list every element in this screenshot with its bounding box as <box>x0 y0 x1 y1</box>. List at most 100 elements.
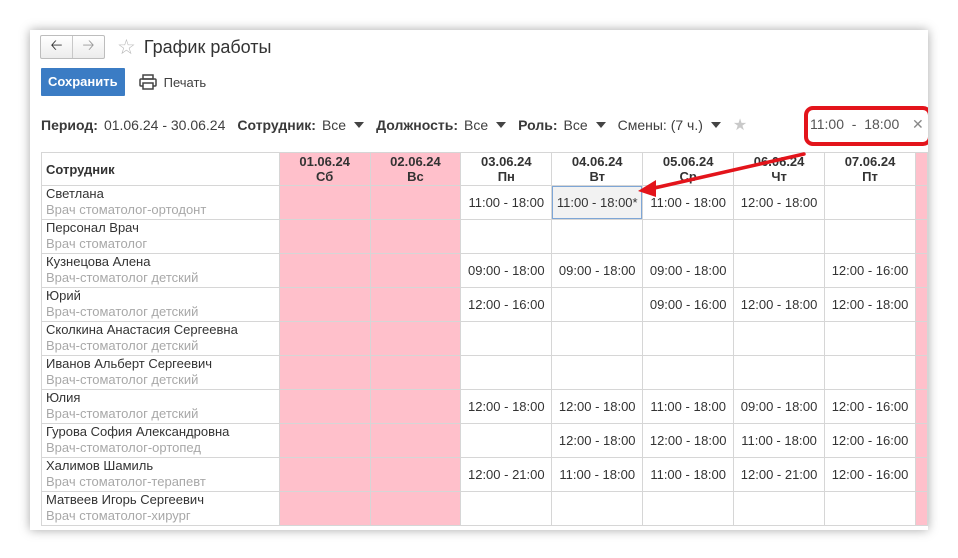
shift-cell[interactable] <box>551 219 644 254</box>
day-column-header[interactable]: 02.06.24 Вс <box>369 152 462 186</box>
favorite-star-icon[interactable]: ☆ <box>117 35 136 60</box>
shift-cell[interactable]: 09:00 - 16:00 <box>642 287 735 322</box>
shift-cell[interactable] <box>460 321 553 356</box>
shift-cell[interactable] <box>824 491 916 526</box>
shift-cell[interactable]: 12:00 - 18:00 <box>551 389 644 424</box>
day-column-header[interactable]: 06.06.24 Чт <box>733 152 826 186</box>
day-column-header[interactable]: 05.06.24 Ср <box>642 152 735 186</box>
employee-cell[interactable]: Матвеев Игорь Сергеевич Врач стоматолог-х… <box>41 491 280 526</box>
print-button[interactable]: Печать <box>138 74 206 90</box>
shift-cell[interactable] <box>278 253 371 288</box>
shift-cell[interactable]: 11:00 - 18:00 <box>733 423 826 458</box>
employee-column-header[interactable]: Сотрудник <box>41 152 280 186</box>
shift-cell[interactable]: 11:00 - 18:00 <box>460 185 553 220</box>
shift-cell[interactable] <box>733 355 826 390</box>
shift-cell[interactable]: 12:00 - 16:00 <box>824 457 916 492</box>
shift-cell[interactable] <box>642 219 735 254</box>
employee-cell[interactable]: Сколкина Анастасия Сергеевна Врач-стомато… <box>41 321 280 356</box>
table-row[interactable]: Персонал Врач Врач стоматолог <box>41 219 928 254</box>
shift-cell[interactable]: 12:00 - 16:00 <box>824 423 916 458</box>
table-row[interactable]: Гурова София Александровна Врач-стоматоло… <box>41 423 928 458</box>
table-row[interactable]: Иванов Альберт Сергеевич Врач-стоматолог … <box>41 355 928 390</box>
shift-cell[interactable]: 12:00 - 18:00 <box>733 185 826 220</box>
shift-cell[interactable]: 12:00 - 21:00 <box>733 457 826 492</box>
shift-cell[interactable] <box>369 287 462 322</box>
shift-star-icon[interactable]: ★ <box>733 115 747 135</box>
shift-cell[interactable] <box>278 321 371 356</box>
shift-cell[interactable] <box>369 185 462 220</box>
shift-cell[interactable] <box>733 321 826 356</box>
shift-cell[interactable]: 12:00 - 18:00 <box>642 423 735 458</box>
employee-cell[interactable]: Светлана Врач стоматолог-ортодонт <box>41 185 280 220</box>
employee-cell[interactable]: Халимов Шамиль Врач стоматолог-терапевт <box>41 457 280 492</box>
shift-cell[interactable]: 12:00 - 18:00 <box>460 389 553 424</box>
shift-cell[interactable]: 09:00 - 18:00 <box>460 253 553 288</box>
employee-cell[interactable]: Юлия Врач-стоматолог детский <box>41 389 280 424</box>
table-row[interactable]: Кузнецова Алена Врач-стоматолог детский 09… <box>41 253 928 288</box>
shift-cell[interactable] <box>551 321 644 356</box>
employee-value[interactable]: Все <box>322 117 346 133</box>
shift-cell[interactable] <box>733 491 826 526</box>
shift-cell[interactable] <box>369 321 462 356</box>
table-row[interactable]: Халимов Шамиль Врач стоматолог-терапевт 12… <box>41 457 928 492</box>
position-dropdown-icon[interactable] <box>496 122 507 128</box>
shift-cell[interactable] <box>278 423 371 458</box>
shift-cell[interactable] <box>642 355 735 390</box>
shift-cell[interactable] <box>460 355 553 390</box>
shift-cell[interactable]: 12:00 - 16:00 <box>824 389 916 424</box>
employee-cell[interactable]: Гурова София Александровна Врач-стоматоло… <box>41 423 280 458</box>
employee-cell[interactable]: Кузнецова Алена Врач-стоматолог детский <box>41 253 280 288</box>
shift-cell[interactable] <box>824 185 916 220</box>
day-column-header[interactable]: 01.06.24 Сб <box>278 152 371 186</box>
shift-cell[interactable] <box>369 253 462 288</box>
shift-cell[interactable]: 12:00 - 21:00 <box>460 457 553 492</box>
shift-cell[interactable] <box>551 491 644 526</box>
shift-cell[interactable] <box>551 355 644 390</box>
employee-cell[interactable]: Персонал Врач Врач стоматолог <box>41 219 280 254</box>
shift-cell[interactable] <box>278 355 371 390</box>
shift-cell[interactable]: 12:00 - 16:00 <box>824 253 916 288</box>
shift-cell[interactable]: 09:00 - 18:00 <box>733 389 826 424</box>
shift-cell[interactable] <box>369 355 462 390</box>
shift-cell[interactable]: 11:00 - 18:00 <box>642 457 735 492</box>
back-button[interactable]: 🡠 <box>41 36 72 58</box>
shift-cell[interactable]: 12:00 - 18:00 <box>824 287 916 322</box>
shift-cell[interactable]: 11:00 - 18:00* <box>551 185 644 220</box>
shift-cell[interactable] <box>733 253 826 288</box>
position-value[interactable]: Все <box>464 117 488 133</box>
shift-cell[interactable] <box>369 219 462 254</box>
shift-cell[interactable] <box>369 491 462 526</box>
table-row[interactable]: Матвеев Игорь Сергеевич Врач стоматолог-х… <box>41 491 928 526</box>
shift-cell[interactable] <box>642 321 735 356</box>
forward-button[interactable]: 🡢 <box>72 36 104 58</box>
shift-cell[interactable] <box>460 491 553 526</box>
shift-cell[interactable] <box>369 389 462 424</box>
shift-cell[interactable] <box>278 457 371 492</box>
shifts-dropdown-icon[interactable] <box>710 122 721 128</box>
shift-cell[interactable]: 12:00 - 18:00 <box>551 423 644 458</box>
shift-cell[interactable]: 12:00 - 16:00 <box>460 287 553 322</box>
shift-cell[interactable]: 09:00 - 18:00 <box>551 253 644 288</box>
shift-cell[interactable] <box>460 423 553 458</box>
shift-cell[interactable] <box>824 219 916 254</box>
role-dropdown-icon[interactable] <box>595 122 606 128</box>
shift-cell[interactable] <box>278 491 371 526</box>
shift-cell[interactable] <box>551 287 644 322</box>
table-row[interactable]: Светлана Врач стоматолог-ортодонт 11:00 - … <box>41 185 928 220</box>
shift-cell[interactable] <box>824 355 916 390</box>
table-row[interactable]: Сколкина Анастасия Сергеевна Врач-стомато… <box>41 321 928 356</box>
day-column-header[interactable]: 03.06.24 Пн <box>460 152 553 186</box>
shift-cell[interactable]: 12:00 - 18:00 <box>733 287 826 322</box>
shift-cell[interactable]: 11:00 - 18:00 <box>642 389 735 424</box>
shift-cell[interactable] <box>460 219 553 254</box>
shifts-value[interactable]: Смены: (7 ч.) <box>618 117 703 133</box>
day-column-header[interactable]: 04.06.24 Вт <box>551 152 644 186</box>
shift-cell[interactable] <box>369 423 462 458</box>
shift-cell[interactable] <box>278 219 371 254</box>
shift-cell[interactable] <box>642 491 735 526</box>
shift-cell[interactable] <box>824 321 916 356</box>
employee-cell[interactable]: Юрий Врач-стоматолог детский <box>41 287 280 322</box>
day-column-header[interactable]: 07.06.24 Пт <box>824 152 916 186</box>
shift-cell[interactable] <box>733 219 826 254</box>
period-value[interactable]: 01.06.24 - 30.06.24 <box>104 117 225 133</box>
